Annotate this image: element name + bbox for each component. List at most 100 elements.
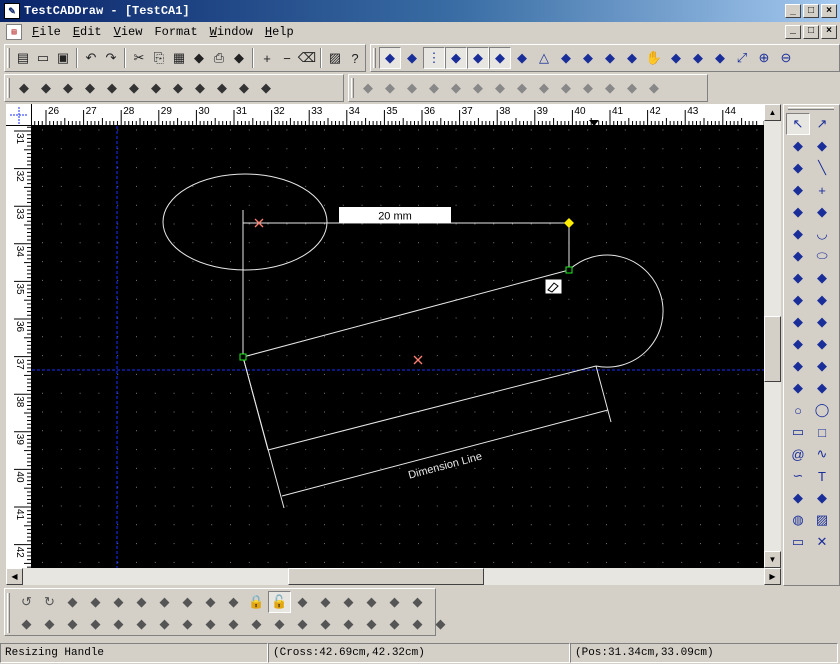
image-icon[interactable]: ▨ [325,47,345,69]
line-icon[interactable]: ╲ [810,157,834,179]
subtract-icon[interactable]: ◆ [379,77,401,99]
callout-rect-icon[interactable]: ◆ [786,311,810,333]
triangle-icon[interactable]: △ [533,47,555,69]
align-right-edge-icon[interactable]: ◆ [61,613,84,635]
align-right-icon[interactable]: ◆ [360,591,383,613]
pointer-plus-icon[interactable]: ↗ [810,113,834,135]
arc-icon[interactable]: ◡ [810,223,834,245]
select-mode-icon[interactable]: ◆ [401,47,423,69]
rotate-edit-icon[interactable]: ↻ [38,591,61,613]
arrow-line-icon[interactable]: ◆ [786,179,810,201]
align-top-edge-icon[interactable]: ◆ [84,613,107,635]
dimension-handle[interactable] [564,218,574,228]
bring-forward-icon[interactable]: ◆ [245,613,268,635]
shape-icon[interactable]: ◆ [786,377,810,399]
zoom-in-plus-icon[interactable]: + [257,47,277,69]
redo-icon[interactable]: ↷ [101,47,121,69]
dim-edit-icon[interactable]: ◆ [255,77,277,99]
dim-baseline-icon[interactable]: ◆ [145,77,167,99]
text-style-icon[interactable]: ◆ [810,487,834,509]
zoom-out-icon[interactable]: ⊖ [775,47,797,69]
mdi-restore-button[interactable]: □ [803,25,819,39]
globe-icon[interactable]: ◍ [786,509,810,531]
spline-icon[interactable]: ◆ [786,201,810,223]
align-top-icon[interactable]: ◆ [291,591,314,613]
rotated-rectangle[interactable] [242,269,597,451]
dim-aligned-icon[interactable]: ◆ [35,77,57,99]
wave-icon[interactable]: ∿ [810,443,834,465]
ruler-corner[interactable] [6,104,32,126]
dim-h-icon[interactable]: ◆ [786,267,810,289]
mdi-minimize-button[interactable]: _ [785,25,801,39]
zoom-in-icon[interactable]: ⊕ [753,47,775,69]
menu-edit[interactable]: Edit [67,23,108,41]
align-left-edge-icon[interactable]: ◆ [15,613,38,635]
lasso-icon[interactable]: ◆ [786,135,810,157]
dim-v-icon[interactable]: ◆ [810,267,834,289]
cloud-callout-icon[interactable]: ◆ [810,333,834,355]
maximize-button[interactable]: □ [803,4,819,18]
zoom-out-minus-icon[interactable]: − [277,47,297,69]
trim-icon[interactable]: ◆ [467,77,489,99]
flip-icon[interactable]: ◆ [621,77,643,99]
center-page-icon[interactable]: ◆ [360,613,383,635]
lock-icon[interactable]: 🔒 [245,591,268,613]
stretch-icon[interactable]: ◆ [643,77,665,99]
snap-corner-icon[interactable]: ◆ [555,47,577,69]
horizontal-scrollbar[interactable]: ◀ ▶ [6,568,781,585]
cross-icon[interactable]: + [810,179,834,201]
dim-angular-icon[interactable]: ◆ [57,77,79,99]
dim-tolerance-icon[interactable]: ◆ [233,77,255,99]
layer-stack-icon[interactable]: ◆ [709,47,731,69]
space-h-icon[interactable]: ◆ [383,591,406,613]
callout-round-icon[interactable]: ◆ [810,311,834,333]
circle-icon[interactable]: ○ [786,399,810,421]
menu-format[interactable]: Format [148,23,203,41]
dim-radial-icon[interactable]: ◆ [79,77,101,99]
order-2-icon[interactable]: ◆ [314,613,337,635]
pointer-icon[interactable]: ↖ [786,113,810,135]
curve-icon[interactable]: ∽ [786,465,810,487]
dimension-20mm[interactable] [242,207,570,357]
horizontal-scroll-thumb[interactable] [288,568,484,585]
node-edit-icon[interactable]: ◆ [810,135,834,157]
axis-icon[interactable]: ◆ [445,47,467,69]
save-icon[interactable]: ▣ [53,47,73,69]
draw-mode-icon[interactable]: ◆ [379,47,401,69]
align-h-center-icon[interactable]: ◆ [38,613,61,635]
print-preview-icon[interactable]: ◆ [189,47,209,69]
square-icon[interactable]: □ [810,421,834,443]
fit-icon[interactable]: ⤢ [731,47,753,69]
arc-shape[interactable] [568,254,664,368]
dim-radius-icon[interactable]: ◆ [810,289,834,311]
fit-page-icon[interactable]: ◆ [406,613,429,635]
resize-handle[interactable] [239,353,247,361]
rotate-icon[interactable]: ◆ [555,77,577,99]
dim-diameter-icon[interactable]: ◆ [101,77,123,99]
group-icon[interactable]: ◆ [199,591,222,613]
resize-handle[interactable] [565,266,573,274]
mirror-v-icon[interactable]: ◆ [511,77,533,99]
bounding-box-icon[interactable]: ◆ [511,47,533,69]
ungroup-icon[interactable]: ◆ [222,591,245,613]
unlock-icon[interactable]: 🔓 [268,591,291,613]
text-icon[interactable]: T [810,465,834,487]
cut-icon[interactable]: ✂ [129,47,149,69]
menu-file[interactable]: File [26,23,67,41]
send-backward-icon[interactable]: ◆ [268,613,291,635]
dim-ordinate-icon[interactable]: ◆ [123,77,145,99]
align-bottom-edge-icon[interactable]: ◆ [130,613,153,635]
zoom-window-icon[interactable]: ◆ [621,47,643,69]
window-icon[interactable]: ▭ [786,531,810,553]
center-icon[interactable]: ◆ [599,47,621,69]
union-icon[interactable]: ◆ [357,77,379,99]
dim-center-icon[interactable]: ◆ [211,77,233,99]
rectangle-icon[interactable]: ▭ [786,421,810,443]
freehand-icon[interactable]: ◆ [786,355,810,377]
snap-grid-icon[interactable]: ◆ [467,47,489,69]
cad-app-icon[interactable]: ✎ [4,3,20,19]
document-icon[interactable]: ▤ [6,24,22,40]
circle-filled-icon[interactable]: ◯ [810,399,834,421]
close-button[interactable]: × [821,4,837,18]
align-middle-icon[interactable]: ◆ [314,591,337,613]
